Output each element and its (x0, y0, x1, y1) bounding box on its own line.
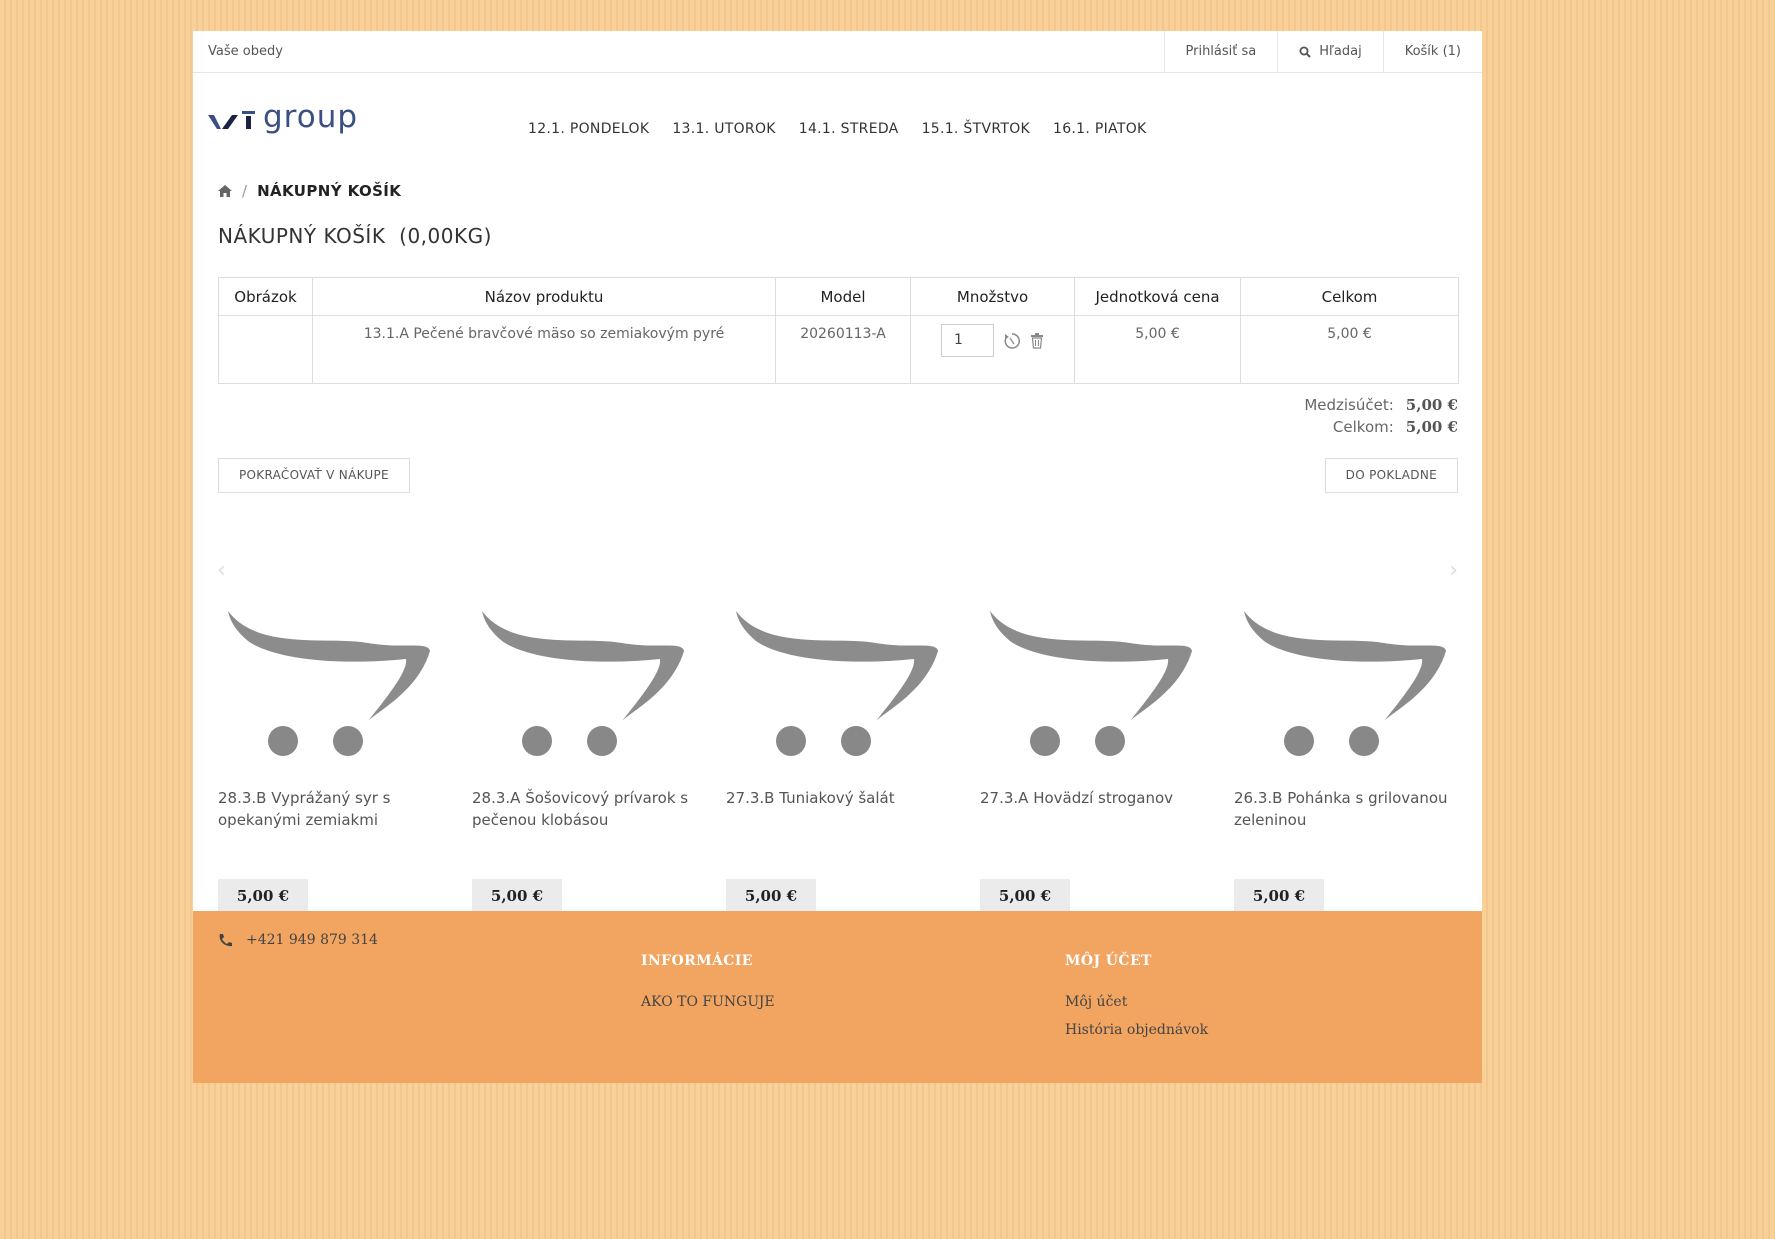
total-value: 5,00 € (1405, 418, 1458, 436)
footer-phone: +421 949 879 314 (218, 932, 378, 948)
breadcrumb-separator: / (242, 182, 248, 200)
product-name[interactable]: 26.3.B Pohánka s grilovanou zeleninou (1234, 787, 1454, 831)
footer-account-heading: MÔJ ÚČET (1065, 953, 1152, 969)
home-icon[interactable] (218, 185, 232, 197)
cart-placeholder-image[interactable] (218, 571, 443, 761)
column-header-model: Model (775, 277, 911, 316)
product-unit-price-cell: 5,00 € (1074, 315, 1241, 384)
site-logo[interactable]: group (208, 99, 368, 137)
product-card[interactable]: 28.3.A Šošovicový prívarok s pečenou klo… (472, 571, 697, 921)
product-card[interactable]: 26.3.B Pohánka s grilovanou zeleninou 5,… (1234, 571, 1459, 921)
search-label: Hľadaj (1319, 44, 1362, 59)
cart-placeholder-image[interactable] (726, 571, 951, 761)
product-model-cell: 20260113-A (775, 315, 911, 384)
footer-info-heading: INFORMÁCIE (641, 953, 753, 969)
my-account-link[interactable]: Môj účet (1065, 994, 1127, 1010)
subtotal-value: 5,00 € (1405, 396, 1458, 414)
total-label: Celkom: (1332, 418, 1394, 436)
product-quantity-cell: 1 (910, 315, 1075, 384)
refresh-icon[interactable] (1004, 332, 1020, 350)
logo-text: group (263, 99, 359, 135)
cart-label: Košík (1) (1404, 44, 1461, 59)
login-link[interactable]: Prihlásiť sa (1163, 31, 1278, 72)
search-icon (1299, 46, 1311, 58)
phone-icon (219, 933, 232, 946)
remove-icon[interactable] (1030, 332, 1044, 349)
day-menu-item[interactable]: 13.1. UTOROK (672, 121, 775, 137)
column-header-total: Celkom (1240, 277, 1459, 316)
continue-shopping-button[interactable]: POKRAČOVAŤ V NÁKUPE (218, 458, 410, 493)
table-row: 13.1.A Pečené bravčové mäso so zemiakový… (218, 315, 1459, 384)
breadcrumb: / NÁKUPNÝ KOŠÍK (218, 182, 401, 200)
product-name[interactable]: 27.3.A Hovädzí stroganov (980, 787, 1200, 809)
site-brand-label[interactable]: Vaše obedy (208, 44, 283, 59)
cart-link[interactable]: Košík (1) (1382, 31, 1482, 72)
page-container: Vaše obedy Prihlásiť sa Hľadaj Košík (1)… (193, 31, 1482, 1083)
subtotal-label: Medzisúčet: (1304, 396, 1394, 414)
breadcrumb-current[interactable]: NÁKUPNÝ KOŠÍK (257, 182, 401, 200)
product-card[interactable]: 27.3.B Tuniakový šalát 5,00 € (726, 571, 951, 921)
day-menu: 12.1. PONDELOK 13.1. UTOROK 14.1. STREDA… (528, 121, 1147, 137)
day-menu-item[interactable]: 16.1. PIATOK (1053, 121, 1147, 137)
product-name[interactable]: 28.3.B Vyprážaný syr s opekanými zemiakm… (218, 787, 438, 831)
top-bar: Vaše obedy Prihlásiť sa Hľadaj Košík (1) (193, 31, 1482, 73)
column-header-unit-price: Jednotková cena (1074, 277, 1241, 316)
cart-totals: Medzisúčet: 5,00 € Celkom: 5,00 € (1304, 394, 1458, 438)
column-header-quantity: Množstvo (910, 277, 1075, 316)
search-link[interactable]: Hľadaj (1277, 31, 1382, 72)
day-menu-item[interactable]: 15.1. ŠTVRTOK (922, 121, 1030, 137)
table-header-row: Obrázok Názov produktu Model Množstvo Je… (218, 277, 1459, 316)
product-total-cell: 5,00 € (1240, 315, 1459, 384)
login-label: Prihlásiť sa (1185, 44, 1257, 59)
product-card[interactable]: 28.3.B Vyprážaný syr s opekanými zemiakm… (218, 571, 443, 921)
quantity-input[interactable]: 1 (941, 324, 994, 357)
phone-number: +421 949 879 314 (246, 932, 378, 948)
product-name[interactable]: 28.3.A Šošovicový prívarok s pečenou klo… (472, 787, 692, 831)
product-name[interactable]: 27.3.B Tuniakový šalát (726, 787, 946, 809)
product-card[interactable]: 27.3.A Hovädzí stroganov 5,00 € (980, 571, 1205, 921)
how-it-works-link[interactable]: AKO TO FUNGUJE (641, 994, 775, 1010)
cart-placeholder-image[interactable] (980, 571, 1205, 761)
page-title: NÁKUPNÝ KOŠÍK (0,00KG) (218, 224, 492, 248)
day-menu-item[interactable]: 12.1. PONDELOK (528, 121, 649, 137)
column-header-image: Obrázok (218, 277, 313, 316)
product-image-cell (218, 315, 313, 384)
product-name-cell: 13.1.A Pečené bravčové mäso so zemiakový… (312, 315, 776, 384)
column-header-name: Názov produktu (312, 277, 776, 316)
cart-placeholder-image[interactable] (1234, 571, 1459, 761)
day-menu-item[interactable]: 14.1. STREDA (799, 121, 899, 137)
footer: +421 949 879 314 INFORMÁCIE AKO TO FUNGU… (193, 911, 1482, 1083)
order-history-link[interactable]: História objednávok (1065, 1022, 1208, 1038)
checkout-button[interactable]: DO POKLADNE (1324, 458, 1458, 493)
logo-mark (208, 111, 255, 129)
cart-placeholder-image[interactable] (472, 571, 697, 761)
cart-table: Obrázok Názov produktu Model Množstvo Je… (218, 277, 1459, 384)
product-name-link[interactable]: 13.1.A Pečené bravčové mäso so zemiakový… (364, 326, 725, 342)
top-nav: Prihlásiť sa Hľadaj Košík (1) (1163, 31, 1483, 72)
